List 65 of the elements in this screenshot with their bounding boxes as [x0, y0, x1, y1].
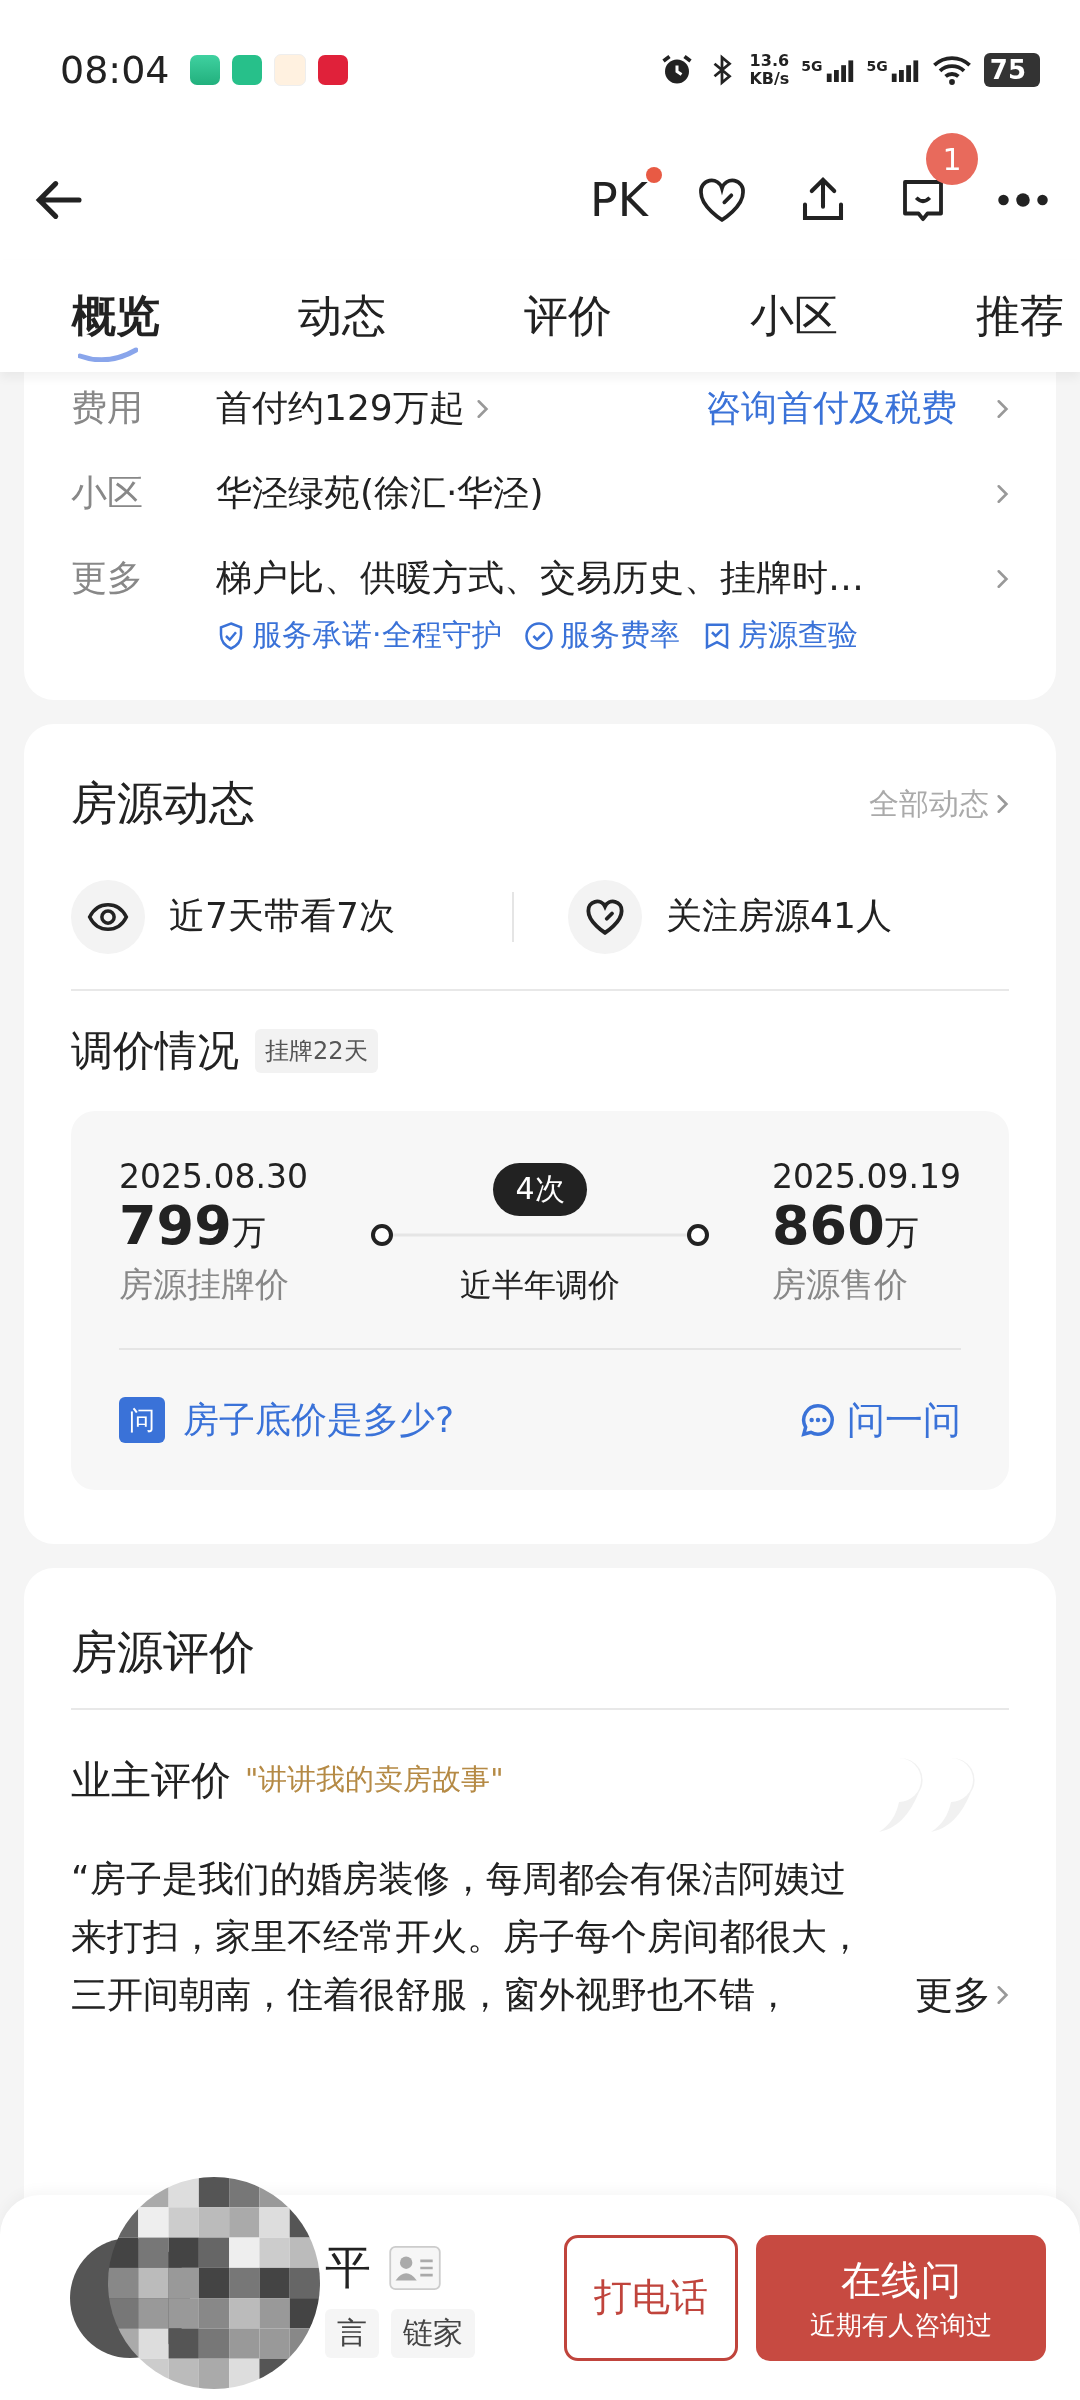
chevron-icon [995, 567, 1009, 590]
stat-text: 关注房源41人 [666, 894, 892, 938]
message-badge: 1 [926, 133, 978, 185]
status-time: 08:04 [60, 48, 170, 92]
consult-link[interactable]: 咨询首付及税费 [705, 384, 957, 433]
row-value[interactable]: 首付约129万起 [216, 384, 465, 433]
check-circle-icon [523, 620, 554, 651]
chevron-icon [995, 793, 1009, 815]
ask-button[interactable]: 问一问 [799, 1394, 961, 1446]
app-icon [231, 55, 262, 85]
row-label: 小区 [71, 471, 144, 515]
price-date: 2025.09.19 [772, 1157, 961, 1196]
network-type: 5G [866, 58, 888, 74]
compare-button[interactable]: PK [590, 173, 648, 227]
review-subtitle: 业主评价 [71, 1755, 231, 1805]
price-value: 860万 [772, 1196, 920, 1259]
signal-icon [824, 58, 855, 82]
section-title: 房源评价 [71, 1624, 255, 1681]
app-icon [189, 55, 220, 85]
network-speed: 13.6 KB/s [749, 52, 790, 88]
service-link[interactable]: 服务承诺·全程守护 [216, 615, 502, 656]
agent-tag: 链家 [391, 2309, 475, 2358]
tab[interactable]: 动态 [298, 286, 386, 362]
review-text: “房子是我们的婚房装修，每周都会有保洁阿姨过来打扫，家里不经常开火。房子每个房间都很大，三开间朝南，住着很舒服，窗外视野也不错， [71, 1857, 864, 2017]
online-chat-button[interactable]: 在线问 近期有人咨询过 [756, 2234, 1046, 2361]
period-label: 近半年调价 [460, 1265, 620, 1306]
row-label: 更多 [71, 556, 144, 600]
section-subtitle: 调价情况 [71, 1025, 239, 1077]
call-button[interactable]: 打电话 [564, 2234, 738, 2361]
row-value[interactable]: 华泾绿苑(徐汇·华泾) [216, 469, 544, 518]
tab[interactable]: 推荐 [976, 286, 1064, 362]
more-link[interactable]: 更多 [915, 1966, 1009, 2024]
tab[interactable]: 小区 [750, 286, 838, 362]
price-value: 799万 [119, 1196, 267, 1259]
tab[interactable]: 概览 [72, 286, 160, 362]
agent-tag: 言 [325, 2309, 379, 2358]
stat-text: 近7天带看7次 [169, 894, 395, 938]
question-badge: 问 [119, 1397, 165, 1443]
chat-icon [799, 1401, 837, 1439]
price-label: 房源挂牌价 [119, 1263, 290, 1306]
wifi-icon [931, 54, 972, 86]
review-prompt: "讲讲我的卖房故事" [245, 1761, 504, 1798]
app-icon [317, 55, 348, 85]
chevron-icon [995, 482, 1009, 505]
question-link[interactable]: 房子底价是多少? [183, 1395, 455, 1445]
tab[interactable]: 评价 [524, 286, 612, 362]
chevron-icon [474, 397, 489, 420]
chevron-icon [995, 397, 1009, 420]
tab-underline [78, 345, 138, 362]
service-link[interactable]: 服务费率 [523, 615, 680, 656]
chevron-icon [995, 1984, 1009, 2006]
change-count-badge: 4次 [493, 1163, 587, 1216]
more-icon[interactable] [996, 191, 1050, 209]
battery-level: 75 [983, 53, 1040, 87]
listing-days-tag: 挂牌22天 [255, 1029, 378, 1073]
agent-name: 平 [325, 2239, 371, 2296]
price-date: 2025.08.30 [119, 1157, 308, 1196]
row-label: 费用 [71, 386, 144, 430]
app-icon [273, 54, 306, 86]
service-link[interactable]: 房源查验 [701, 615, 858, 656]
network-type: 5G [801, 58, 823, 74]
price-label: 房源售价 [772, 1263, 910, 1306]
section-title: 房源动态 [71, 775, 255, 832]
row-value[interactable]: 梯户比、供暖方式、交易历史、挂牌时… [216, 554, 864, 603]
signal-icon [889, 58, 920, 82]
